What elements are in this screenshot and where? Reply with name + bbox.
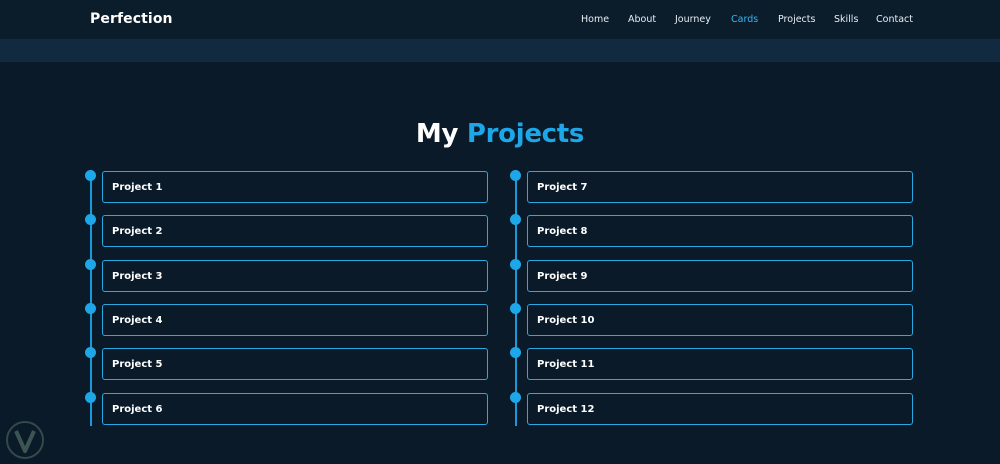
project-card-label: Project 1 bbox=[112, 182, 163, 193]
nav-link-skills[interactable]: Skills bbox=[834, 14, 858, 25]
nav-link-cards[interactable]: Cards bbox=[731, 14, 758, 25]
timeline-item: Project 9 bbox=[510, 259, 915, 293]
nav-link-contact[interactable]: Contact bbox=[876, 14, 913, 25]
timeline-item: Project 12 bbox=[510, 392, 915, 426]
nav-link-projects[interactable]: Projects bbox=[778, 14, 815, 25]
project-card-5[interactable]: Project 5 bbox=[102, 348, 488, 380]
timeline-dot bbox=[510, 303, 521, 314]
timeline-line bbox=[515, 170, 517, 426]
project-card-label: Project 10 bbox=[537, 315, 595, 326]
timeline-item: Project 5 bbox=[85, 347, 490, 381]
project-card-label: Project 6 bbox=[112, 404, 163, 415]
title-word-projects: Projects bbox=[466, 119, 585, 149]
project-card-1[interactable]: Project 1 bbox=[102, 171, 488, 203]
timeline-dot bbox=[510, 170, 521, 181]
timeline-dot bbox=[85, 392, 96, 403]
timeline-dot bbox=[510, 259, 521, 270]
project-card-label: Project 7 bbox=[537, 182, 588, 193]
timeline-dot bbox=[510, 392, 521, 403]
timeline-item: Project 6 bbox=[85, 392, 490, 426]
timeline-left: Project 1 Project 2 Project 3 Project 4 … bbox=[85, 170, 490, 426]
project-card-label: Project 2 bbox=[112, 226, 163, 237]
project-card-label: Project 3 bbox=[112, 271, 163, 282]
nav-link-journey[interactable]: Journey bbox=[675, 14, 711, 25]
timeline-item: Project 11 bbox=[510, 347, 915, 381]
project-card-9[interactable]: Project 9 bbox=[527, 260, 913, 292]
shield-logo-icon bbox=[4, 420, 46, 460]
project-card-label: Project 9 bbox=[537, 271, 588, 282]
project-card-label: Project 12 bbox=[537, 404, 595, 415]
project-card-10[interactable]: Project 10 bbox=[527, 304, 913, 336]
timeline-line bbox=[90, 170, 92, 426]
project-card-12[interactable]: Project 12 bbox=[527, 393, 913, 425]
project-card-11[interactable]: Project 11 bbox=[527, 348, 913, 380]
project-card-label: Project 5 bbox=[112, 359, 163, 370]
timeline-dot bbox=[85, 347, 96, 358]
timeline-item: Project 7 bbox=[510, 170, 915, 204]
page-title: My Projects bbox=[0, 119, 1000, 149]
project-card-2[interactable]: Project 2 bbox=[102, 215, 488, 247]
timeline-dot bbox=[510, 347, 521, 358]
timeline-item: Project 3 bbox=[85, 259, 490, 293]
project-card-label: Project 8 bbox=[537, 226, 588, 237]
project-card-7[interactable]: Project 7 bbox=[527, 171, 913, 203]
project-card-3[interactable]: Project 3 bbox=[102, 260, 488, 292]
project-card-6[interactable]: Project 6 bbox=[102, 393, 488, 425]
timeline-item: Project 2 bbox=[85, 214, 490, 248]
header-band bbox=[0, 40, 1000, 62]
project-card-label: Project 11 bbox=[537, 359, 595, 370]
timeline-dot bbox=[85, 303, 96, 314]
timeline-item: Project 4 bbox=[85, 303, 490, 337]
timeline-item: Project 8 bbox=[510, 214, 915, 248]
nav-links: Home About Journey Cards Projects Skills… bbox=[0, 14, 1000, 28]
project-card-4[interactable]: Project 4 bbox=[102, 304, 488, 336]
timeline-right: Project 7 Project 8 Project 9 Project 10… bbox=[510, 170, 915, 426]
project-card-label: Project 4 bbox=[112, 315, 163, 326]
timeline-item: Project 1 bbox=[85, 170, 490, 204]
navbar: Perfection Home About Journey Cards Proj… bbox=[0, 0, 1000, 40]
timeline-item: Project 10 bbox=[510, 303, 915, 337]
timeline-dot bbox=[85, 214, 96, 225]
timeline-dot bbox=[85, 259, 96, 270]
timeline-dot bbox=[510, 214, 521, 225]
timeline-dot bbox=[85, 170, 96, 181]
nav-link-about[interactable]: About bbox=[628, 14, 656, 25]
title-word-my: My bbox=[415, 119, 459, 149]
project-card-8[interactable]: Project 8 bbox=[527, 215, 913, 247]
nav-link-home[interactable]: Home bbox=[581, 14, 609, 25]
